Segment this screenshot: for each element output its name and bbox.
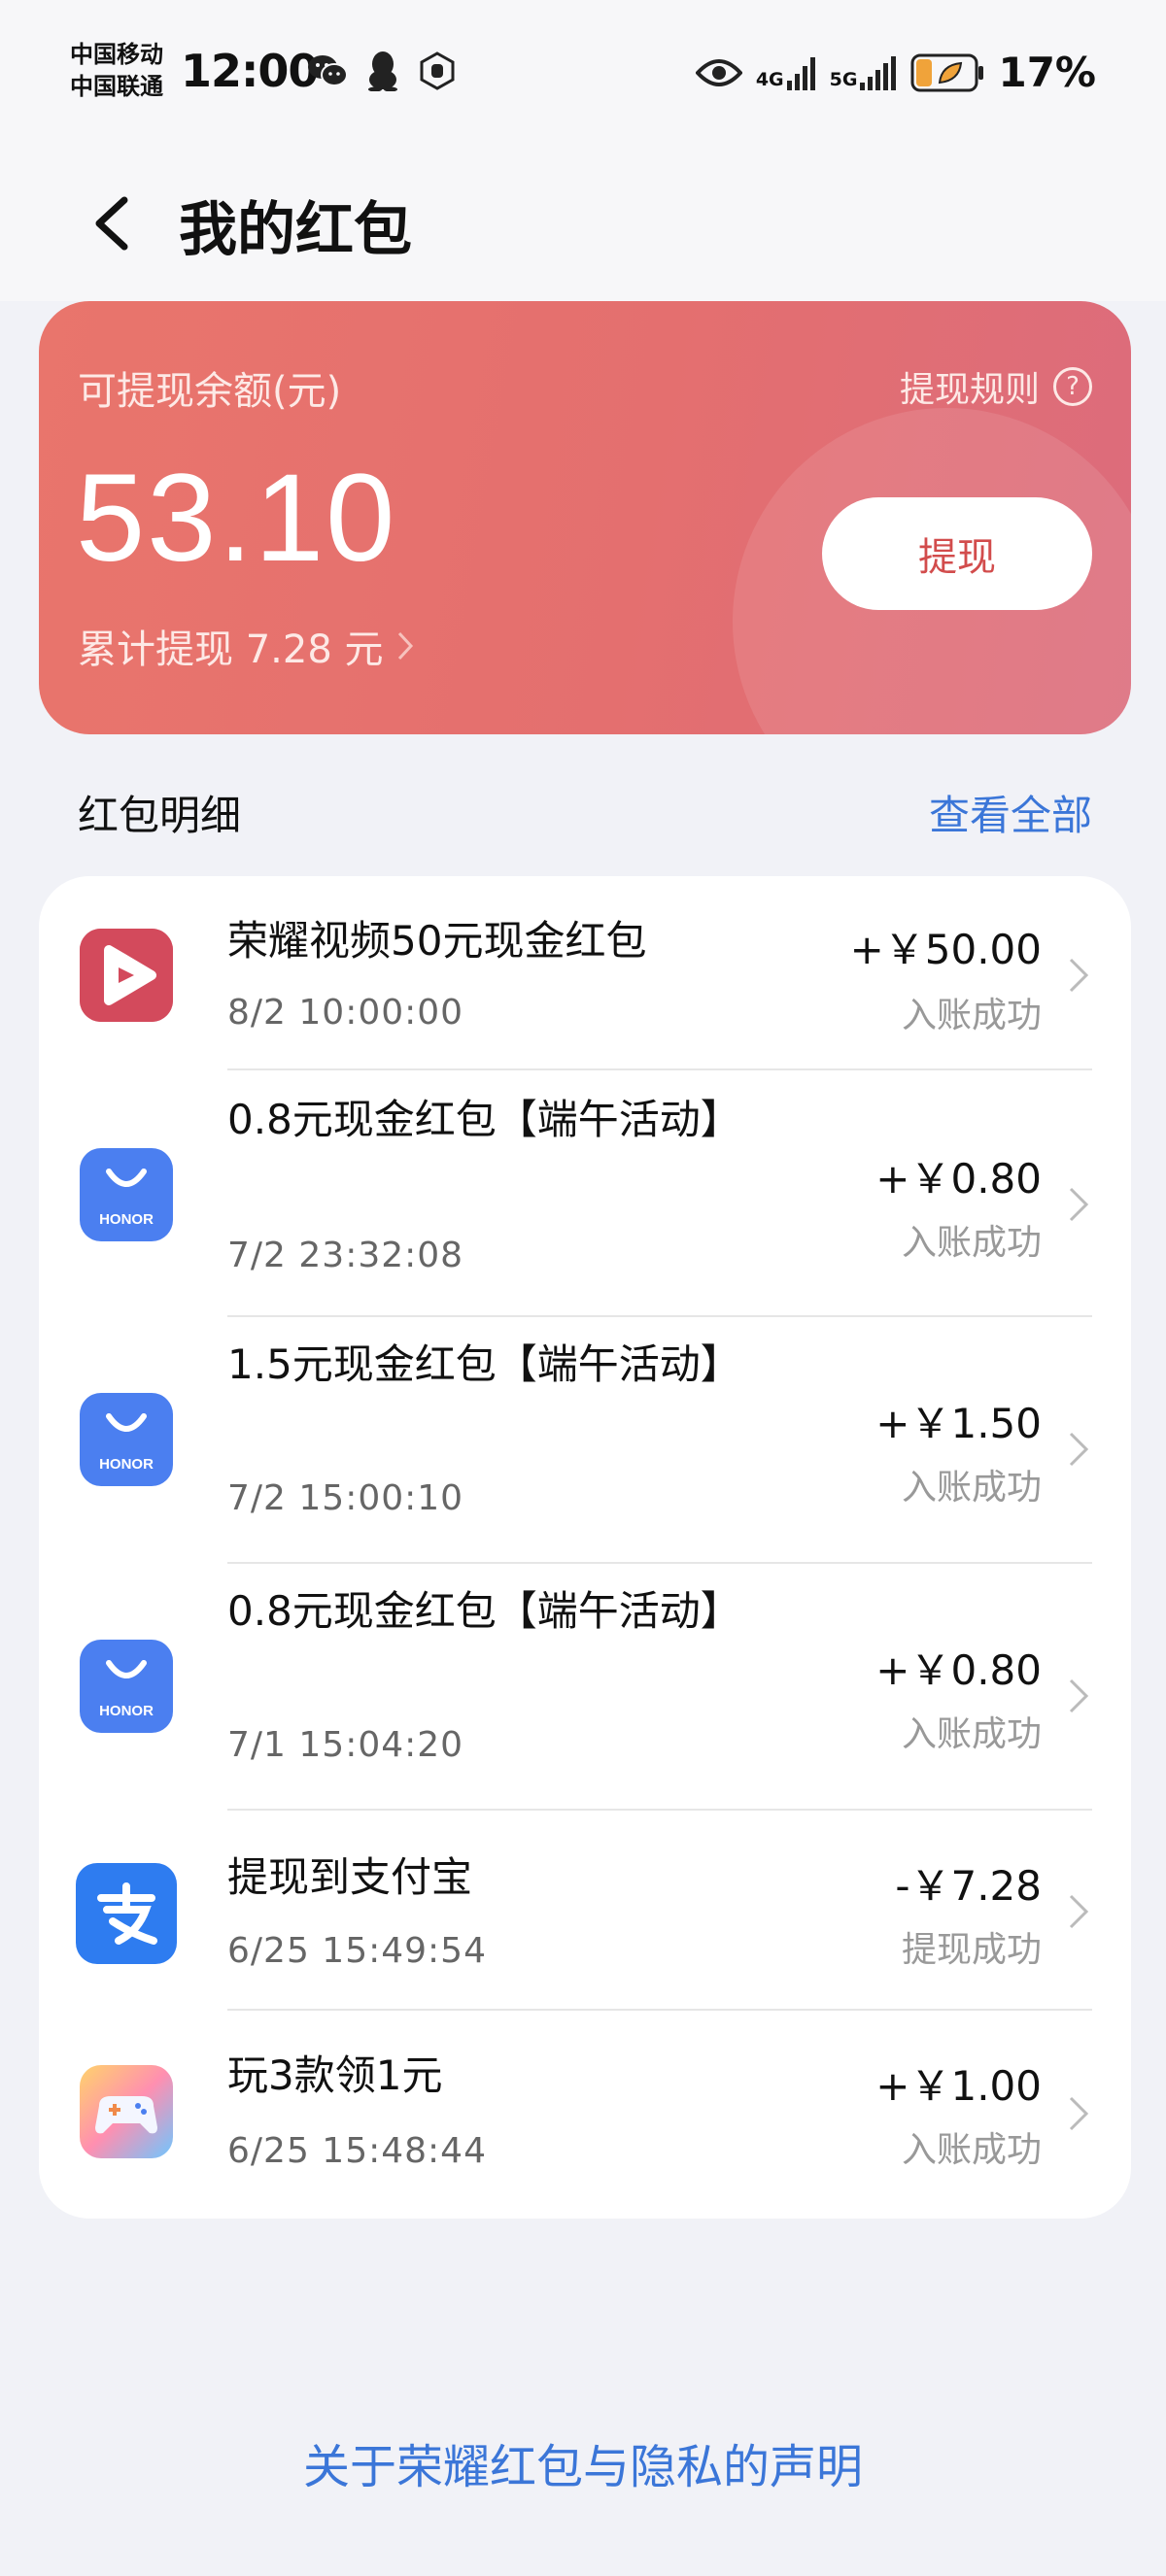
record-title: 1.5元现金红包【端午活动】 xyxy=(227,1340,741,1388)
carrier-1: 中国移动 xyxy=(70,41,163,68)
chevron-right-icon xyxy=(1069,1678,1089,1713)
record-time: 6/25 15:48:44 xyxy=(227,2131,487,2171)
nav-bar: 我的红包 xyxy=(0,146,1166,301)
notification-icons xyxy=(307,51,457,91)
record-amount: +￥0.80 xyxy=(875,1646,1042,1694)
record-title: 玩3款领1元 xyxy=(227,2051,443,2099)
signal-5g: 5G xyxy=(830,55,898,90)
signal-bars-icon xyxy=(786,56,815,90)
withdraw-rules-link[interactable]: 提现规则 ? xyxy=(900,361,1092,412)
privacy-statement-link[interactable]: 关于荣耀红包与隐私的声明 xyxy=(0,2428,1166,2496)
page-title: 我的红包 xyxy=(179,196,412,264)
list-item[interactable]: 玩3款领1元 6/25 15:48:44 +￥1.00 入账成功 xyxy=(39,2011,1131,2219)
record-amount: +￥1.00 xyxy=(875,2062,1042,2110)
chevron-right-icon xyxy=(1069,958,1089,993)
record-title: 0.8元现金红包【端午活动】 xyxy=(227,1096,741,1143)
record-amount: +￥0.80 xyxy=(875,1155,1042,1203)
battery-icon xyxy=(910,53,984,91)
balance-amount: 53.10 xyxy=(76,449,397,588)
section-title: 红包明细 xyxy=(78,792,242,839)
honor-store-icon: HONOR xyxy=(80,1148,173,1241)
carrier-info: 中国移动 中国联通 xyxy=(70,39,163,103)
record-status: 提现成功 xyxy=(901,1930,1042,1970)
record-time: 7/1 15:04:20 xyxy=(227,1725,464,1765)
record-time: 7/2 15:00:10 xyxy=(227,1478,464,1518)
signal-4g: 4G xyxy=(756,55,816,90)
list-item[interactable]: HONOR 0.8元现金红包【端午活动】 7/1 15:04:20 +￥0.80… xyxy=(39,1564,1131,1811)
total-withdrawn-link[interactable]: 累计提现 7.28 元 xyxy=(78,618,415,674)
record-amount: +￥50.00 xyxy=(849,926,1042,973)
record-status: 入账成功 xyxy=(901,1468,1042,1508)
honor-video-icon xyxy=(80,929,173,1022)
record-time: 6/25 15:49:54 xyxy=(227,1931,487,1971)
question-mark-icon: ? xyxy=(1053,367,1092,406)
withdraw-rules-label: 提现规则 xyxy=(899,370,1040,410)
record-time: 8/2 10:00:00 xyxy=(227,993,464,1033)
view-all-link[interactable]: 查看全部 xyxy=(929,783,1092,842)
svg-text:HONOR: HONOR xyxy=(99,1703,154,1719)
game-center-icon xyxy=(80,2065,173,2158)
signal-bars-icon xyxy=(860,55,897,90)
record-status: 入账成功 xyxy=(901,2130,1042,2170)
record-amount: -￥7.28 xyxy=(895,1862,1042,1910)
battery-percent: 17% xyxy=(998,49,1096,96)
net-label-4g: 4G xyxy=(755,68,784,90)
record-time: 7/2 23:32:08 xyxy=(227,1236,464,1275)
chevron-right-icon xyxy=(1069,1432,1089,1467)
chevron-right-icon xyxy=(1069,1187,1089,1222)
alipay-icon xyxy=(76,1863,177,1964)
eye-icon xyxy=(695,58,742,86)
net-label-5g: 5G xyxy=(829,68,858,90)
honor-store-icon: HONOR xyxy=(80,1393,173,1486)
hand-shield-icon xyxy=(420,51,455,90)
wechat-icon xyxy=(308,55,348,86)
record-title: 0.8元现金红包【端午活动】 xyxy=(227,1587,741,1635)
chevron-right-icon xyxy=(397,631,413,661)
record-amount: +￥1.50 xyxy=(875,1400,1042,1447)
list-item[interactable]: HONOR 1.5元现金红包【端午活动】 7/2 15:00:10 +￥1.50… xyxy=(39,1317,1131,1564)
clock: 12:00 xyxy=(181,45,319,97)
record-status: 入账成功 xyxy=(901,996,1042,1035)
list-item[interactable]: 提现到支付宝 6/25 15:49:54 -￥7.28 提现成功 xyxy=(39,1811,1131,2013)
chevron-right-icon xyxy=(1069,2096,1089,2131)
record-status: 入账成功 xyxy=(901,1714,1042,1754)
back-button[interactable] xyxy=(86,185,144,262)
honor-store-icon: HONOR xyxy=(80,1640,173,1733)
qq-icon xyxy=(368,51,397,91)
carrier-2: 中国联通 xyxy=(70,73,163,100)
status-bar: 中国移动 中国联通 12:00 4G 5G 17% xyxy=(0,0,1166,146)
record-status: 入账成功 xyxy=(901,1223,1042,1263)
balance-card: 可提现余额(元) 提现规则 ? 53.10 累计提现 7.28 元 提现 xyxy=(39,301,1131,734)
back-arrow-icon xyxy=(95,196,128,251)
record-title: 荣耀视频50元现金红包 xyxy=(227,917,647,965)
svg-text:HONOR: HONOR xyxy=(99,1211,154,1228)
total-withdrawn-label: 累计提现 7.28 元 xyxy=(78,627,384,672)
balance-label: 可提现余额(元) xyxy=(78,369,342,414)
list-item[interactable]: 荣耀视频50元现金红包 8/2 10:00:00 +￥50.00 入账成功 xyxy=(39,876,1131,1078)
records-list: 荣耀视频50元现金红包 8/2 10:00:00 +￥50.00 入账成功 HO… xyxy=(39,876,1131,2219)
record-title: 提现到支付宝 xyxy=(227,1853,473,1901)
system-icons: 4G 5G 17% xyxy=(695,49,1096,96)
list-item[interactable]: HONOR 0.8元现金红包【端午活动】 7/2 23:32:08 +￥0.80… xyxy=(39,1070,1131,1317)
chevron-right-icon xyxy=(1069,1894,1089,1929)
withdraw-button[interactable]: 提现 xyxy=(822,497,1092,610)
svg-text:HONOR: HONOR xyxy=(99,1456,154,1473)
